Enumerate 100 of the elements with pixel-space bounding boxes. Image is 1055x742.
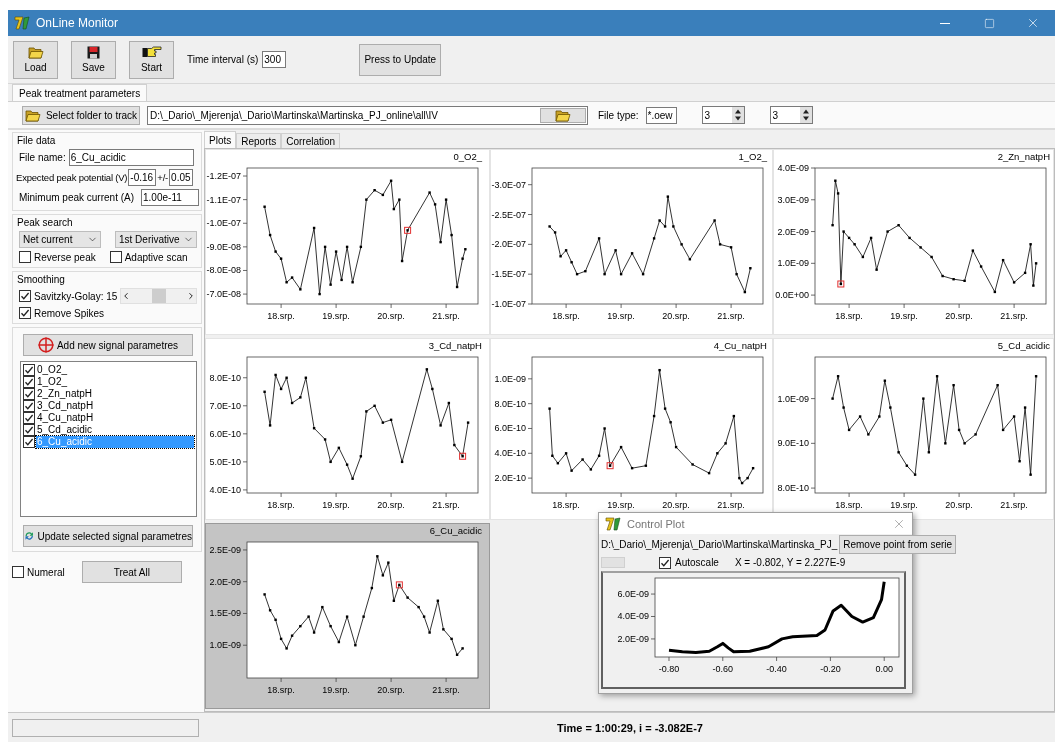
group-title: Peak search [17, 217, 74, 228]
checkbox-label: Reverse peak [34, 251, 96, 263]
axis-tick-label: 19.srp. [322, 500, 350, 510]
axis-tick-label: 1.0E-09 [494, 373, 526, 384]
axis-tick-label: 5.0E-10 [209, 456, 241, 467]
select-folder-button[interactable]: Select folder to track [22, 105, 140, 125]
status-text: Time = 1:00:29, i = -3.082E-7 [556, 721, 704, 734]
signal-list-item[interactable]: 4_Cu_natpH [36, 412, 194, 424]
axis-tick-label: -9.0E-08 [206, 241, 241, 252]
axis-tick-label: 20.srp. [662, 311, 690, 321]
axis-tick-label: 18.srp. [267, 500, 295, 510]
checkbox-label: Autoscale [675, 557, 719, 568]
axis-tick-label: 21.srp. [717, 311, 745, 321]
axis-tick-label: 1.5E-09 [209, 608, 241, 619]
dropdown[interactable]: 1st Derivative [115, 231, 197, 248]
plot-panel[interactable]: 5_Cd_acidic 1.0E-09 9.0E-10 8.0E-10 18.srp. 19.srp. 20.srp. 21.srp. [773, 338, 1054, 520]
axis-tick-label: -1.5E-07 [491, 269, 526, 280]
axis-tick-label: -1.2E-07 [206, 171, 241, 182]
axis-tick-label: 20.srp. [377, 311, 405, 321]
axis-tick-label: 2.0E-09 [617, 633, 649, 644]
axis-tick-label: -3.0E-07 [491, 179, 526, 190]
axis-tick-label: -0.40 [766, 664, 787, 674]
input-field[interactable]: -0.16 [128, 169, 157, 186]
plot-panel[interactable]: 6_Cu_acidic 2.5E-09 2.0E-09 1.5E-09 1.0E-09 18.srp. 19.srp. 20.srp. 21.srp. [205, 523, 490, 709]
input-field[interactable]: 300 [262, 51, 287, 68]
axis-tick-label: 21.srp. [1000, 311, 1028, 321]
axis-tick-label: 21.srp. [717, 500, 745, 510]
plot-panel[interactable]: 0_O2_ -1.2E-07 -1.1E-07 -1.0E-07 -9.0E-08 -8.0E-08 -7.0E-08 18.srp. 19.srp. 20.srp. 21.srp. [205, 149, 490, 335]
plot-panel[interactable]: 2_Zn_natpH 4.0E-09 3.0E-09 2.0E-09 1.0E-09 0.0E+00 18.srp. 19.srp. 20.srp. 21.srp. [773, 149, 1054, 335]
coordinate-readout: X = -0.802, Y = 2.227E-9 [734, 557, 846, 568]
plot-panel[interactable]: 4_Cu_natpH 1.0E-09 8.0E-10 6.0E-10 4.0E-10 2.0E-10 18.srp. 19.srp. 20.srp. 21.srp. [490, 338, 773, 520]
plot-panel[interactable]: 3_Cd_natpH 8.0E-10 7.0E-10 6.0E-10 5.0E-10 4.0E-10 18.srp. 19.srp. 20.srp. 21.srp. [205, 338, 490, 520]
axis-tick-label: -1.0E-07 [491, 299, 526, 309]
axis-tick-label: 4.0E-09 [777, 163, 809, 173]
signal-list-item[interactable]: 1_O2_ [36, 376, 194, 388]
dropdown[interactable]: Net current [19, 231, 101, 248]
file-path: D:\_Dario\_Mjerenja\_Dario\Martinska\Martinska_PJ_ [601, 539, 838, 551]
axis-tick-label: 6.0E-09 [617, 589, 649, 600]
input-field[interactable]: 6_Cu_acidic [68, 149, 194, 166]
plot-panel[interactable]: 1_O2_ -3.0E-07 -2.5E-07 -2.0E-07 -1.5E-07 -1.0E-07 18.srp. 19.srp. 20.srp. 21.srp. [490, 149, 773, 335]
chart-title: 0_O2_ [453, 151, 482, 162]
axis-tick-label: -0.80 [658, 664, 680, 674]
axis-tick-label: 19.srp. [607, 311, 635, 321]
chart-title: 1_O2_ [738, 151, 767, 162]
toolbar-button[interactable]: Load [13, 40, 58, 79]
axis-tick-label: 8.0E-10 [209, 372, 241, 383]
add-signal-button[interactable]: Add new signal parametres [23, 334, 193, 356]
axis-tick-label: 8.0E-10 [494, 398, 526, 409]
signal-list-item[interactable]: 5_Cd_acidic [36, 424, 194, 436]
chart-title: 4_Cu_natpH [713, 340, 767, 351]
axis-tick-label: -1.0E-07 [206, 218, 241, 229]
field-label: File type: [598, 109, 639, 121]
dialog-title: Control Plot [627, 517, 685, 530]
input-field[interactable]: 0.05 [169, 169, 194, 186]
field-label: Expected peak potential (V) [16, 172, 128, 183]
axis-tick-label: -1.1E-07 [206, 194, 241, 205]
axis-tick-label: 21.srp. [432, 311, 460, 321]
spin-field[interactable]: 3 [769, 106, 813, 124]
axis-tick-label: 20.srp. [377, 500, 405, 510]
input-field[interactable]: 1.00e-11 [141, 189, 200, 206]
signal-list-item[interactable]: 3_Cd_natpH [36, 400, 194, 412]
field-label: Time interval (s) [187, 54, 259, 65]
axis-tick-label: 9.0E-10 [777, 438, 809, 449]
axis-tick-label: -2.5E-07 [491, 209, 526, 220]
tab[interactable]: Plots [204, 131, 237, 148]
axis-tick-label: 2.0E-09 [209, 576, 241, 587]
checkbox-label: Remove Spikes [34, 307, 105, 319]
chart-title: 5_Cd_acidic [997, 340, 1050, 351]
group-title: Smoothing [17, 274, 66, 285]
remove-point-button[interactable]: Remove point from serie [839, 535, 957, 555]
path-field[interactable]: D:\_Dario\_Mjerenja\_Dario\Martinska\Martinska_PJ_online\all\IV [147, 105, 588, 125]
axis-tick-label: 20.srp. [945, 500, 973, 510]
axis-tick-label: 21.srp. [1000, 500, 1028, 510]
chart-title: 6_Cu_acidic [429, 525, 482, 536]
checkbox-label: Numeral [27, 566, 65, 578]
chart-title: 3_Cd_natpH [428, 340, 482, 351]
axis-tick-label: 18.srp. [552, 311, 580, 321]
group-title: File data [17, 135, 57, 146]
tab[interactable]: Correlation [281, 133, 341, 148]
treat-all-button[interactable]: Treat All [81, 561, 182, 583]
input-field[interactable]: *.oew [645, 106, 677, 124]
update-signal-button[interactable]: Update selected signal parametres [23, 525, 193, 547]
tab[interactable]: Peak treatment parameters [12, 84, 148, 101]
axis-tick-label: -8.0E-08 [206, 265, 241, 276]
chart-title: 2_Zn_natpH [997, 151, 1050, 162]
axis-tick-label: 19.srp. [607, 500, 635, 510]
axis-tick-label: 19.srp. [322, 685, 350, 695]
signal-list-item[interactable]: 2_Zn_natpH [36, 388, 194, 400]
toolbar-button[interactable]: Save [71, 40, 116, 79]
toolbar-button[interactable]: Start [129, 40, 174, 79]
signal-list-item[interactable]: 0_O2_ [36, 364, 194, 376]
axis-tick-label: -7.0E-08 [206, 289, 241, 300]
window-title: OnLine Monitor [36, 16, 119, 30]
axis-tick-label: 19.srp. [322, 311, 350, 321]
checkbox-label: Adaptive scan [124, 251, 188, 263]
axis-tick-label: 20.srp. [945, 311, 973, 321]
axis-tick-label: 18.srp. [267, 311, 295, 321]
spin-field[interactable]: 3 [701, 106, 745, 124]
tab[interactable]: Reports [236, 133, 282, 148]
update-button[interactable]: Press to Update [359, 43, 442, 76]
